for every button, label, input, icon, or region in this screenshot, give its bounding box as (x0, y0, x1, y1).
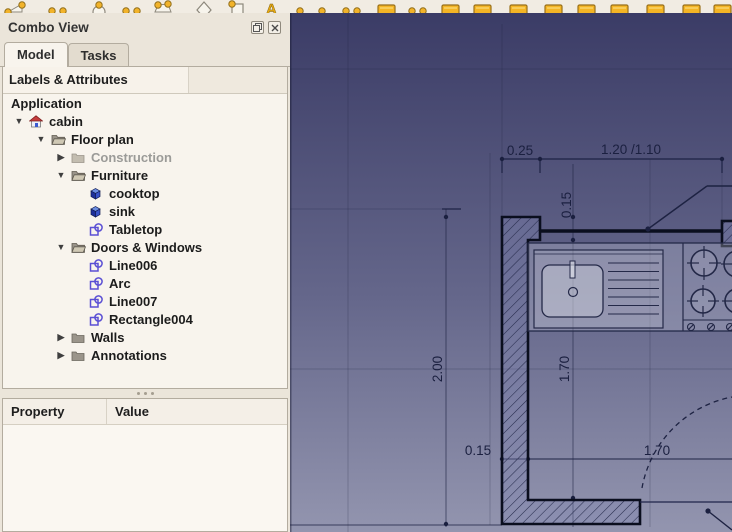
tree-column-header: Labels & Attributes (3, 67, 287, 94)
tree-item-cooktop[interactable]: cooktop (3, 184, 287, 202)
model-tree: Labels & Attributes Application ▼ cabin … (2, 66, 288, 389)
draft-rectangle-tool-icon[interactable] (197, 2, 211, 13)
draft-subelement-tool-icon[interactable] (683, 5, 700, 13)
close-icon (271, 24, 279, 32)
float-icon (253, 23, 262, 32)
draft-addpoint-tool-icon[interactable] (714, 5, 731, 13)
draft-shape-icon (89, 223, 107, 236)
tree-item-walls[interactable]: ▶ Walls (3, 328, 287, 346)
tree-item-arc[interactable]: Arc (3, 274, 287, 292)
panel-title: Combo View (8, 20, 89, 35)
top-toolbar: A (0, 0, 732, 14)
tree-item-cabin[interactable]: ▼ cabin (3, 112, 287, 130)
draft-move-tool-icon[interactable] (378, 5, 395, 13)
expander-collapsed-icon[interactable]: ▶ (51, 152, 71, 163)
tree-item-floor-plan[interactable]: ▼ Floor plan (3, 130, 287, 148)
viewport-left-edge (290, 13, 292, 532)
3d-view[interactable]: 0.25 1.20 /1.10 0.15 2.00 1.70 0.15 1.70 (290, 13, 732, 532)
draft-arc-tool-icon[interactable] (5, 2, 25, 13)
tab-tasks[interactable]: Tasks (68, 43, 130, 66)
dim-bottom-wall-thickness: 0.15 (465, 443, 491, 458)
draft-join-tool-icon[interactable] (510, 5, 527, 13)
draft-shape-icon (89, 295, 107, 308)
property-column-header: Property (3, 399, 107, 424)
cube-icon (89, 205, 107, 218)
value-column-header: Value (107, 399, 287, 424)
folder-open-icon (71, 242, 89, 253)
folder-closed-icon (71, 332, 89, 343)
draft-facebinder-tool-icon[interactable] (229, 1, 243, 13)
folder-closed-icon (71, 350, 89, 361)
folder-open-icon (51, 134, 69, 145)
cube-icon (89, 187, 107, 200)
combo-view-panel: Combo View ModelTasks Labels & Attribute… (0, 13, 290, 532)
tree-item-sink[interactable]: sink (3, 202, 287, 220)
close-panel-button[interactable] (268, 21, 281, 34)
dim-inner-height: 1.70 (557, 356, 572, 382)
combo-view-titlebar: Combo View (0, 13, 290, 42)
labels-attributes-header: Labels & Attributes (3, 67, 189, 93)
tree-item-line007[interactable]: Line007 (3, 292, 287, 310)
dim-left-height: 2.00 (430, 356, 445, 382)
expander-expanded-icon[interactable]: ▼ (31, 134, 51, 144)
dim-top-span: 1.20 /1.10 (601, 142, 661, 157)
draft-shape-icon (89, 313, 107, 326)
folder-closed-icon (71, 152, 89, 163)
draft-polygon-tool-icon[interactable] (155, 1, 171, 12)
folder-open-icon (71, 170, 89, 181)
empty-column-header (189, 67, 287, 93)
dim-top-wall-thickness: 0.15 (559, 192, 574, 218)
sink-faucet (570, 261, 575, 278)
tree-item-line006[interactable]: Line006 (3, 256, 287, 274)
tree-item-furniture[interactable]: ▼ Furniture (3, 166, 287, 184)
house-icon (29, 115, 47, 128)
expander-collapsed-icon[interactable]: ▶ (51, 350, 71, 361)
draft-shape-icon (89, 259, 107, 272)
svg-text:A: A (266, 1, 277, 13)
draft-text-tool-icon[interactable]: A (266, 1, 277, 13)
expander-expanded-icon[interactable]: ▼ (9, 116, 29, 126)
property-editor: Property Value (2, 398, 288, 532)
dim-bottom-inner-width: 1.70 (644, 443, 670, 458)
panel-splitter[interactable] (0, 389, 290, 398)
draft-scale-tool-icon[interactable] (611, 5, 628, 13)
expander-expanded-icon[interactable]: ▼ (51, 170, 71, 180)
property-editor-header: Property Value (3, 399, 287, 425)
expander-expanded-icon[interactable]: ▼ (51, 242, 71, 252)
dim-top-offset: 0.25 (507, 143, 533, 158)
tree-item-annotations[interactable]: ▶ Annotations (3, 346, 287, 364)
draft-shape-icon (89, 277, 107, 290)
combo-view-tabbar: ModelTasks (0, 42, 290, 67)
draft-downgrade-tool-icon[interactable] (578, 5, 595, 13)
tree-item-construction[interactable]: ▶ Construction (3, 148, 287, 166)
draft-edit-tool-icon[interactable] (647, 5, 664, 13)
tab-model[interactable]: Model (4, 42, 68, 67)
draft-trimex-tool-icon[interactable] (474, 5, 491, 13)
draft-offset-tool-icon[interactable] (442, 5, 459, 13)
tree-item-rectangle004[interactable]: Rectangle004 (3, 310, 287, 328)
expander-collapsed-icon[interactable]: ▶ (51, 332, 71, 343)
tree-item-application[interactable]: Application (3, 94, 287, 112)
wall-top-right[interactable] (722, 221, 732, 246)
draft-circle-tool-icon[interactable] (93, 2, 105, 13)
tree-item-doors-windows[interactable]: ▼ Doors & Windows (3, 238, 287, 256)
draft-upgrade-tool-icon[interactable] (545, 5, 562, 13)
toolbar-icons-strip: A (0, 0, 732, 13)
tree-item-tabletop[interactable]: Tabletop (3, 220, 287, 238)
float-panel-button[interactable] (251, 21, 264, 34)
